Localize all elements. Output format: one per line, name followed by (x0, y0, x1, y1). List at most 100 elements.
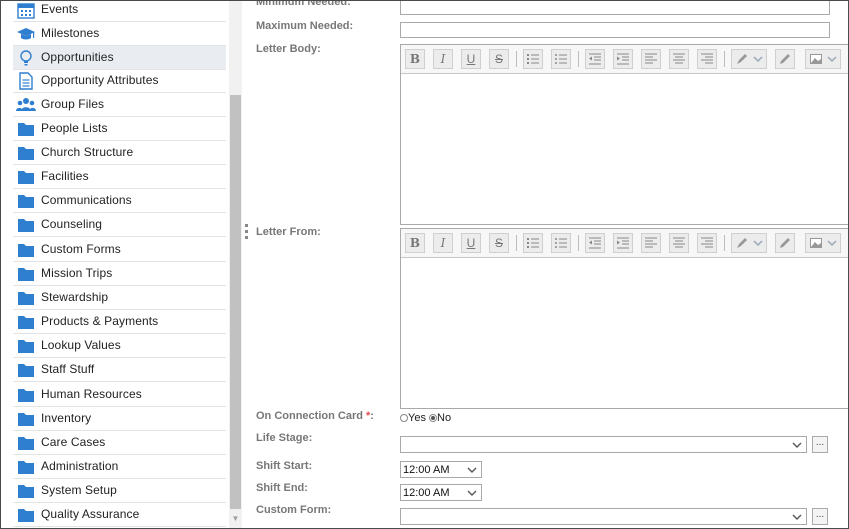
image-icon (810, 54, 822, 64)
sidebar-item-quality-assurance[interactable]: Quality Assurance (13, 503, 226, 527)
sidebar-item-label: Lookup Values (41, 338, 121, 352)
minimum-needed-input[interactable] (400, 1, 830, 15)
sidebar-item-events[interactable]: Events (13, 1, 226, 22)
numbered-list-icon (527, 54, 539, 64)
highlight-color-dropdown[interactable] (731, 49, 767, 69)
custom-form-lookup-button[interactable]: ... (812, 508, 828, 525)
sidebar-item-stewardship[interactable]: Stewardship (13, 286, 226, 310)
sidebar-item-facilities[interactable]: Facilities (13, 165, 226, 189)
indent-button[interactable] (613, 49, 633, 69)
chevron-down-icon (792, 442, 802, 448)
align-left-button[interactable] (641, 233, 661, 253)
outdent-button[interactable] (585, 233, 605, 253)
sidebar-item-label: Opportunity Attributes (41, 73, 159, 87)
link-button[interactable] (775, 233, 795, 253)
align-right-button[interactable] (697, 49, 717, 69)
sidebar-item-staff-stuff[interactable]: Staff Stuff (13, 358, 226, 382)
sidebar-item-label: Human Resources (41, 387, 142, 401)
italic-button[interactable]: I (433, 49, 453, 69)
numbered-list-button[interactable] (523, 233, 543, 253)
sidebar-item-label: Stewardship (41, 290, 109, 304)
letter-from-editor[interactable]: B I U S (400, 228, 848, 409)
shift-start-label: Shift Start: (256, 460, 313, 472)
bullet-list-button[interactable] (551, 49, 571, 69)
folder-icon (16, 458, 36, 476)
sidebar-scrollbar-thumb[interactable] (230, 95, 241, 509)
folder-icon (16, 361, 36, 379)
radio-yes-label[interactable]: Yes (408, 412, 426, 424)
highlight-color-dropdown[interactable] (731, 233, 767, 253)
insert-image-dropdown[interactable] (805, 233, 841, 253)
maximum-needed-input[interactable] (400, 22, 830, 38)
shift-start-select[interactable]: 12:00 AM (400, 461, 482, 478)
bullet-list-button[interactable] (551, 233, 571, 253)
bold-button[interactable]: B (405, 49, 425, 69)
image-icon (810, 238, 822, 248)
folder-icon (16, 313, 36, 331)
sidebar-item-custom-forms[interactable]: Custom Forms (13, 238, 226, 262)
life-stage-lookup-button[interactable]: ... (812, 436, 828, 453)
letter-body-label: Letter Body: (256, 43, 321, 55)
folder-icon (16, 386, 36, 404)
numbered-list-button[interactable] (523, 49, 543, 69)
shift-start-value: 12:00 AM (403, 464, 450, 476)
align-center-icon (673, 53, 685, 64)
sidebar-item-human-resources[interactable]: Human Resources (13, 383, 226, 407)
sidebar-item-label: Events (41, 2, 79, 16)
strikethrough-button[interactable]: S (489, 49, 509, 69)
chevron-down-icon (827, 56, 837, 63)
sidebar-item-church-structure[interactable]: Church Structure (13, 141, 226, 165)
link-pencil-icon (780, 238, 790, 248)
shift-end-value: 12:00 AM (403, 487, 450, 499)
folder-icon (16, 289, 36, 307)
sidebar-item-label: Inventory (41, 411, 92, 425)
custom-form-select[interactable] (400, 508, 807, 525)
italic-button[interactable]: I (433, 233, 453, 253)
letter-body-editor[interactable]: B I U S (400, 44, 848, 225)
sidebar-item-products-payments[interactable]: Products & Payments (13, 310, 226, 334)
link-button[interactable] (775, 49, 795, 69)
sidebar-item-administration[interactable]: Administration (13, 455, 226, 479)
sidebar-item-counseling[interactable]: Counseling (13, 213, 226, 237)
sidebar-item-group-files[interactable]: Group Files (13, 93, 226, 117)
shift-end-select[interactable]: 12:00 AM (400, 484, 482, 501)
underline-button[interactable]: U (461, 233, 481, 253)
life-stage-select[interactable] (400, 436, 807, 453)
sidebar-item-mission-trips[interactable]: Mission Trips (13, 262, 226, 286)
insert-image-dropdown[interactable] (805, 49, 841, 69)
sidebar-item-opportunities[interactable]: Opportunities (13, 46, 226, 70)
letter-from-label: Letter From: (256, 226, 321, 238)
underline-button[interactable]: U (461, 49, 481, 69)
sidebar-item-label: Facilities (41, 169, 89, 183)
sidebar-item-milestones[interactable]: Milestones (13, 22, 226, 46)
radio-no-label[interactable]: No (437, 412, 451, 424)
panel-splitter-handle[interactable] (245, 224, 249, 242)
sidebar-item-label: Counseling (41, 217, 103, 231)
align-left-button[interactable] (641, 49, 661, 69)
sidebar-item-inventory[interactable]: Inventory (13, 407, 226, 431)
sidebar-item-opportunity-attributes[interactable]: Opportunity Attributes (13, 69, 226, 93)
sidebar-item-label: People Lists (41, 121, 108, 135)
chevron-down-icon (753, 240, 763, 247)
outdent-button[interactable] (585, 49, 605, 69)
indent-button[interactable] (613, 233, 633, 253)
sidebar-item-system-setup[interactable]: System Setup (13, 479, 226, 503)
radio-no[interactable] (429, 414, 438, 422)
sidebar-item-communications[interactable]: Communications (13, 189, 226, 213)
radio-yes[interactable] (400, 414, 408, 422)
bold-button[interactable]: B (405, 233, 425, 253)
strikethrough-button[interactable]: S (489, 233, 509, 253)
align-center-button[interactable] (669, 49, 689, 69)
sidebar-item-label: Custom Forms (41, 242, 121, 256)
sidebar-item-people-lists[interactable]: People Lists (13, 117, 226, 141)
scroll-down-arrow-icon[interactable]: ▼ (230, 513, 241, 525)
sidebar-item-care-cases[interactable]: Care Cases (13, 431, 226, 455)
highlighter-icon (737, 238, 747, 248)
align-center-button[interactable] (669, 233, 689, 253)
folder-icon (16, 216, 36, 234)
align-right-button[interactable] (697, 233, 717, 253)
chevron-down-icon (827, 240, 837, 247)
sidebar-item-label: Administration (41, 459, 119, 473)
sidebar-item-lookup-values[interactable]: Lookup Values (13, 334, 226, 358)
bullet-list-icon (555, 238, 567, 248)
